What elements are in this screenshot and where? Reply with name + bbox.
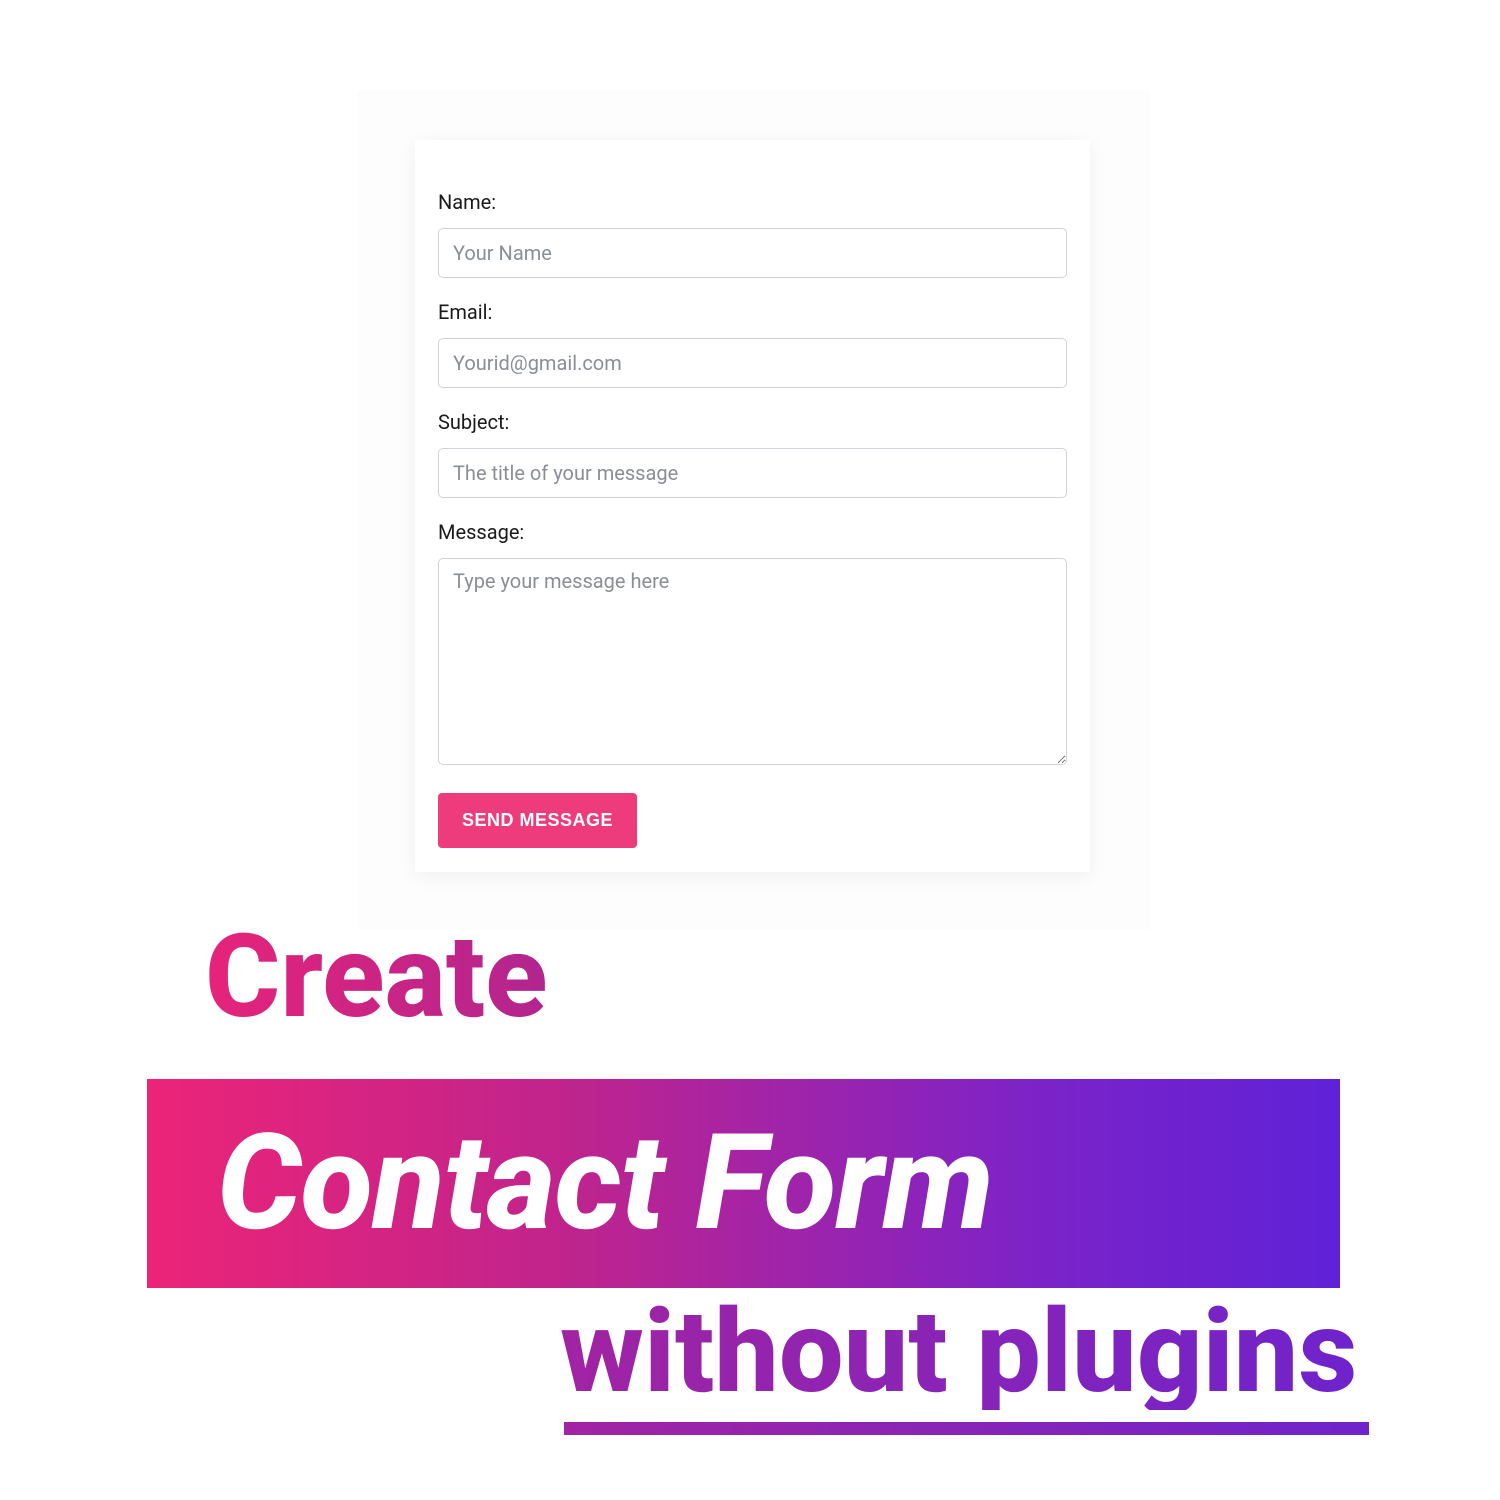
message-textarea[interactable] — [438, 558, 1067, 765]
subject-group: Subject: — [438, 410, 1067, 498]
subject-input[interactable] — [438, 448, 1067, 498]
email-input[interactable] — [438, 338, 1067, 388]
contact-form-card: Name: Email: Subject: Message: SEND MESS… — [415, 140, 1090, 872]
subject-label: Subject: — [438, 410, 1067, 434]
name-label: Name: — [438, 190, 1067, 214]
message-group: Message: — [438, 520, 1067, 769]
email-label: Email: — [438, 300, 1067, 324]
headline-line3: without plugins — [560, 1295, 1357, 1410]
send-message-button[interactable]: SEND MESSAGE — [438, 793, 637, 848]
email-group: Email: — [438, 300, 1067, 388]
form-outer-panel: Name: Email: Subject: Message: SEND MESS… — [357, 90, 1150, 930]
message-label: Message: — [438, 520, 1067, 544]
headline-underline — [564, 1422, 1369, 1435]
name-input[interactable] — [438, 228, 1067, 278]
headline-bar: Contact Form — [147, 1079, 1340, 1288]
name-group: Name: — [438, 190, 1067, 278]
headline-line2: Contact Form — [217, 1117, 993, 1250]
headline-line1: Create — [205, 920, 547, 1035]
